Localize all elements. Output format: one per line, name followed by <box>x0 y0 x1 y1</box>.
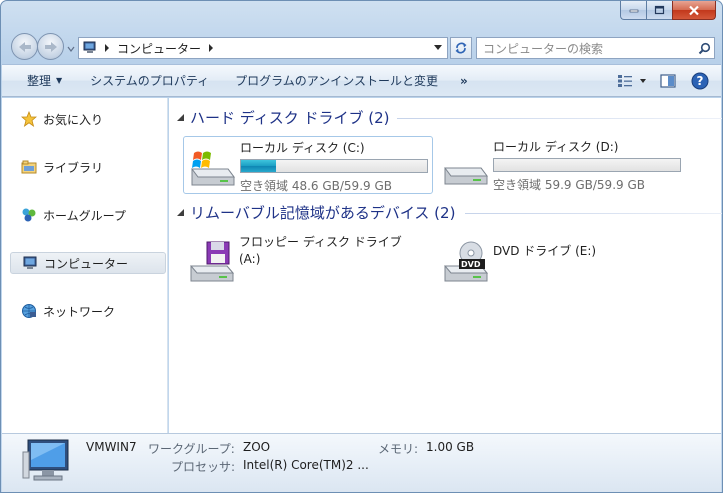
address-bar[interactable]: コンピューター <box>78 37 448 59</box>
organize-menu[interactable]: 整理 ▼ <box>16 69 73 93</box>
drive-free-space: 空き領域 48.6 GB/59.9 GB <box>240 179 392 193</box>
svg-text:?: ? <box>697 74 704 88</box>
refresh-button[interactable] <box>450 37 472 59</box>
navigation-row: コンピューター コンピューターの検索 <box>9 31 715 63</box>
breadcrumb-separator-icon <box>105 44 109 52</box>
maximize-button[interactable] <box>646 1 672 20</box>
computer-monitor-icon <box>22 438 74 484</box>
drive-usage-bar <box>240 159 428 173</box>
recent-pages-dropdown[interactable] <box>67 42 75 52</box>
help-icon: ? <box>691 72 709 90</box>
group-divider <box>397 118 722 119</box>
back-button[interactable] <box>11 33 38 60</box>
device-name-line1: フロッピー ディスク ドライブ <box>239 235 402 249</box>
search-box[interactable]: コンピューターの検索 <box>476 37 715 59</box>
nav-item-label: ライブラリ <box>43 160 104 175</box>
floppy-drive-tile[interactable]: フロッピー ディスク ドライブ (A:) <box>183 232 433 290</box>
navigation-pane: お気に入り ライブラリ ホームグループ コンピューター ネットワーク <box>2 98 168 433</box>
nav-item-libraries[interactable]: ライブラリ <box>10 156 166 178</box>
system-properties-button[interactable]: システムのプロパティ <box>79 69 220 93</box>
drive-free-space: 空き領域 59.9 GB/59.9 GB <box>493 178 645 192</box>
back-arrow-icon <box>18 41 31 52</box>
content-pane: ハード ディスク ドライブ (2) ローカル ディスク (C:) 空き領域 48 <box>169 98 722 433</box>
group-header-hard-disks[interactable]: ハード ディスク ドライブ (2) <box>175 106 390 128</box>
more-commands-button[interactable]: » <box>449 69 479 93</box>
star-icon <box>20 110 38 128</box>
breadcrumb-separator-icon[interactable] <box>207 43 215 53</box>
dvd-drive-icon: DVD <box>441 240 491 288</box>
homegroup-icon <box>20 206 38 224</box>
organize-label: 整理 <box>27 74 52 88</box>
collapse-triangle-icon[interactable] <box>175 112 185 122</box>
device-name: フロッピー ディスク ドライブ (A:) <box>239 234 402 268</box>
chevron-down-icon <box>67 46 75 52</box>
maximize-icon <box>654 5 665 15</box>
computer-icon <box>21 254 39 272</box>
nav-item-label: コンピューター <box>44 256 129 271</box>
nav-item-label: ホームグループ <box>43 208 126 223</box>
workgroup-label: ワークグループ: <box>148 442 235 456</box>
more-commands-label: » <box>460 73 468 88</box>
device-name: DVD ドライブ (E:) <box>493 244 597 258</box>
refresh-icon <box>455 42 467 54</box>
nav-item-favorites[interactable]: お気に入り <box>10 108 166 130</box>
workgroup-value: ZOO <box>243 440 271 454</box>
minimize-button[interactable] <box>620 1 646 20</box>
drive-usage-fill <box>241 160 277 172</box>
processor-value: Intel(R) Core(TM)2 ... <box>243 458 369 472</box>
drive-name: ローカル ディスク (D:) <box>493 140 619 154</box>
library-icon <box>20 158 38 176</box>
close-icon <box>689 5 699 15</box>
address-history-dropdown[interactable] <box>431 41 445 55</box>
chevron-down-icon <box>434 45 442 50</box>
uninstall-program-button[interactable]: プログラムのアンインストールと変更 <box>224 69 449 93</box>
nav-item-homegroup[interactable]: ホームグループ <box>10 204 166 226</box>
details-pane: VMWIN7 ワークグループ: ZOO メモリ: 1.00 GB プロセッサ: … <box>2 433 721 492</box>
nav-item-label: お気に入り <box>43 112 104 127</box>
nav-item-label: ネットワーク <box>43 304 116 319</box>
chevron-down-icon: ▼ <box>56 76 63 85</box>
close-button[interactable] <box>672 1 716 20</box>
explorer-window: コンピューター コンピューターの検索 整理 ▼ システムのプロパティ プログラム… <box>0 0 723 493</box>
dvd-badge: DVD <box>461 260 481 269</box>
preview-pane-icon <box>660 74 676 88</box>
change-view-button[interactable] <box>615 70 649 92</box>
help-button[interactable]: ? <box>687 70 713 92</box>
dvd-drive-tile[interactable]: DVD DVD ドライブ (E:) <box>437 232 687 290</box>
collapse-triangle-icon[interactable] <box>175 207 185 217</box>
floppy-drive-icon <box>187 240 237 288</box>
command-bar: 整理 ▼ システムのプロパティ プログラムのアンインストールと変更 » ? <box>2 64 721 97</box>
hard-drive-windows-icon <box>188 145 238 193</box>
breadcrumb-computer[interactable]: コンピューター <box>117 40 201 57</box>
uninstall-program-label: プログラムのアンインストールと変更 <box>235 74 439 88</box>
memory-value: 1.00 GB <box>426 440 475 454</box>
group-header-removable[interactable]: リムーバブル記憶域があるデバイス (2) <box>175 201 455 223</box>
group-title: ハード ディスク ドライブ (2) <box>190 108 390 127</box>
drive-name: ローカル ディスク (C:) <box>240 141 365 155</box>
group-divider <box>465 213 722 214</box>
caption-buttons <box>620 1 716 21</box>
forward-button[interactable] <box>37 33 64 60</box>
network-icon <box>20 302 38 320</box>
view-options-icon <box>618 75 646 87</box>
memory-label: メモリ: <box>378 442 419 456</box>
forward-arrow-icon <box>44 41 57 52</box>
hard-drive-icon <box>441 144 491 192</box>
search-icon[interactable] <box>694 39 714 57</box>
computer-icon <box>83 41 96 53</box>
nav-item-computer[interactable]: コンピューター <box>10 252 166 274</box>
device-name-line2: (A:) <box>239 252 261 266</box>
drive-c-tile[interactable]: ローカル ディスク (C:) 空き領域 48.6 GB/59.9 GB <box>183 136 433 194</box>
processor-label: プロセッサ: <box>171 460 236 474</box>
nav-item-network[interactable]: ネットワーク <box>10 300 166 322</box>
computer-name: VMWIN7 <box>86 440 137 454</box>
preview-pane-button[interactable] <box>655 70 681 92</box>
view-controls: ? <box>609 70 713 92</box>
drive-d-tile[interactable]: ローカル ディスク (D:) 空き領域 59.9 GB/59.9 GB <box>437 136 687 194</box>
system-properties-label: システムのプロパティ <box>90 74 210 88</box>
drive-usage-bar <box>493 158 681 172</box>
group-title: リムーバブル記憶域があるデバイス (2) <box>190 203 456 222</box>
minimize-icon <box>629 9 638 13</box>
search-input[interactable]: コンピューターの検索 <box>483 40 694 57</box>
